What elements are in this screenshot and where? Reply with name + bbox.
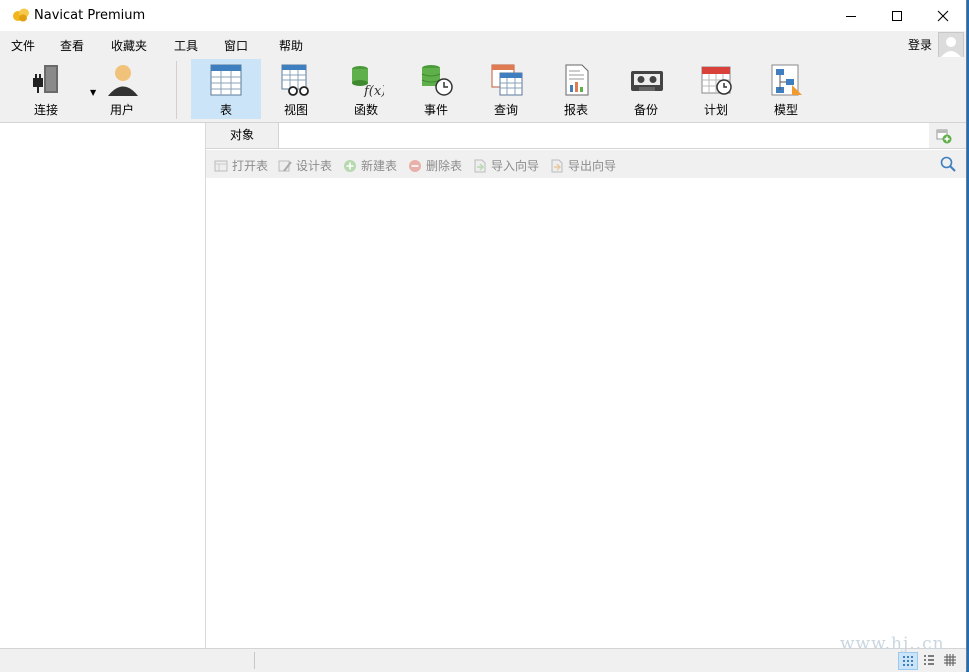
new-table-button[interactable]: 新建表 <box>343 157 397 174</box>
menu-window[interactable]: 窗口 <box>224 37 248 54</box>
user-avatar[interactable] <box>938 32 964 58</box>
tab-objects[interactable]: 对象 <box>206 123 279 148</box>
export-wizard-label: 导出向导 <box>568 159 617 173</box>
toolbar-table-button[interactable]: 表 <box>191 59 261 119</box>
menu-view[interactable]: 查看 <box>60 37 84 54</box>
minimize-icon <box>846 15 856 17</box>
object-action-bar: 打开表 设计表 新建表 删除表 导入向导 导出向导 <box>206 150 966 178</box>
table-label: 表 <box>219 103 232 117</box>
function-label: 函数 <box>353 103 378 117</box>
query-icon <box>491 64 523 96</box>
status-separator <box>254 652 255 669</box>
tab-strip-area <box>279 123 929 149</box>
toolbar-event-button[interactable]: 事件 <box>402 59 470 119</box>
menu-favorites[interactable]: 收藏夹 <box>111 37 147 54</box>
schedule-label: 计划 <box>703 103 728 117</box>
open-table-button[interactable]: 打开表 <box>214 157 268 174</box>
toolbar-model-button[interactable]: 模型 <box>752 59 820 119</box>
menu-file[interactable]: 文件 <box>11 37 35 54</box>
toolbar-report-button[interactable]: 报表 <box>542 59 610 119</box>
design-table-icon <box>278 160 292 172</box>
open-table-label: 打开表 <box>232 159 269 173</box>
window-title: Navicat Premium <box>34 8 146 23</box>
connection-tree-panel[interactable] <box>4 123 206 648</box>
user-button[interactable]: 用户 <box>88 59 156 119</box>
model-icon <box>771 64 802 96</box>
export-icon <box>551 159 563 172</box>
event-label: 事件 <box>423 103 448 117</box>
design-table-button[interactable]: 设计表 <box>278 157 332 174</box>
menu-tools[interactable]: 工具 <box>174 37 198 54</box>
login-link[interactable]: 登录 <box>908 36 932 53</box>
minimize-button[interactable] <box>828 0 874 31</box>
new-table-icon <box>344 159 356 172</box>
navicat-logo-icon <box>13 8 29 22</box>
list-view-icon <box>924 655 934 665</box>
maximize-icon <box>892 10 902 21</box>
user-label: 用户 <box>109 103 134 117</box>
query-label: 查询 <box>493 103 518 117</box>
delete-table-button[interactable]: 删除表 <box>408 157 462 174</box>
connect-button[interactable]: 连接 ▼ <box>12 59 96 119</box>
toolbar-schedule-button[interactable]: 计划 <box>682 59 750 119</box>
title-bar: Navicat Premium <box>0 0 966 31</box>
toolbar-query-button[interactable]: 查询 <box>472 59 540 119</box>
model-label: 模型 <box>773 103 798 117</box>
toolbar-view-button[interactable]: 视图 <box>262 59 330 119</box>
status-bar <box>0 648 966 672</box>
import-icon <box>474 159 486 172</box>
new-table-label: 新建表 <box>361 159 398 173</box>
detail-view-button[interactable] <box>941 652 959 668</box>
connect-label: 连接 <box>33 103 58 117</box>
connection-plug-icon <box>33 65 58 93</box>
search-icon[interactable] <box>940 156 956 172</box>
object-list-area[interactable] <box>206 178 966 648</box>
close-icon <box>937 10 949 21</box>
table-icon <box>210 64 242 96</box>
import-wizard-button[interactable]: 导入向导 <box>473 157 539 174</box>
delete-table-label: 删除表 <box>426 159 463 173</box>
app-window: Navicat Premium 文件 查看 收藏夹 工具 窗口 帮助 登录 连接… <box>0 0 967 672</box>
avatar-icon <box>941 37 961 57</box>
function-icon: f(x) <box>352 66 384 97</box>
list-view-button[interactable] <box>920 652 938 668</box>
detail-view-icon <box>944 654 956 666</box>
schedule-calendar-icon <box>701 66 732 95</box>
tab-bar: 对象 <box>206 123 966 149</box>
backup-tape-icon <box>631 71 663 91</box>
view-glasses-icon <box>281 64 309 96</box>
toolbar-backup-button[interactable]: 备份 <box>612 59 680 119</box>
menu-bar: 文件 查看 收藏夹 工具 窗口 帮助 登录 <box>0 31 966 57</box>
toolbar-separator <box>176 61 177 119</box>
watermark: www.hj..cn <box>840 634 945 654</box>
grid-view-button[interactable] <box>898 652 918 670</box>
main-toolbar: 连接 ▼ 用户 表 视图 f(x 函数 事件 查询 报表 备份 计划 模型 <box>0 57 966 123</box>
backup-label: 备份 <box>633 103 658 117</box>
export-wizard-button[interactable]: 导出向导 <box>550 157 616 174</box>
delete-table-icon <box>409 159 421 172</box>
grid-view-icon <box>903 656 913 666</box>
open-table-icon <box>214 160 228 171</box>
new-tab-icon[interactable] <box>936 128 952 144</box>
menu-help[interactable]: 帮助 <box>279 37 303 54</box>
report-icon <box>565 64 589 96</box>
import-wizard-label: 导入向导 <box>491 159 540 173</box>
toolbar-function-button[interactable]: f(x) 函数 <box>332 59 400 119</box>
user-icon <box>108 65 138 96</box>
design-table-label: 设计表 <box>296 159 333 173</box>
view-label: 视图 <box>283 103 308 117</box>
main-panel: 对象 打开表 设计表 新建表 删除表 导入向导 导出向导 <box>206 123 966 648</box>
maximize-button[interactable] <box>874 0 920 31</box>
event-clock-icon <box>421 65 453 96</box>
report-label: 报表 <box>563 103 588 117</box>
close-button[interactable] <box>920 0 966 31</box>
svg-text:f(x): f(x) <box>363 84 384 97</box>
